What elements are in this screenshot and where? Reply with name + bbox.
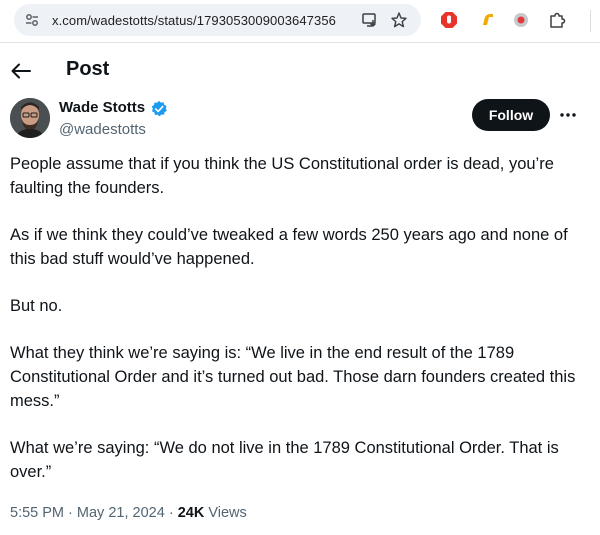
address-bar[interactable]: x.com/wadestotts/status/1793053009003647… bbox=[14, 4, 421, 36]
page-title: Post bbox=[66, 58, 110, 80]
meta-separator: · bbox=[68, 505, 73, 521]
avatar[interactable] bbox=[10, 98, 50, 138]
verified-badge-icon bbox=[151, 100, 167, 117]
extension-circle-icon[interactable] bbox=[512, 11, 530, 29]
post-time[interactable]: 5:55 PM bbox=[10, 505, 64, 521]
author-name[interactable]: Wade Stotts bbox=[59, 99, 145, 116]
tweet-paragraph: But no. bbox=[10, 297, 63, 315]
tweet-meta: 5:55 PM · May 21, 2024 · 24K Views bbox=[10, 505, 247, 521]
views-count: 24K bbox=[177, 505, 205, 521]
more-options-icon[interactable] bbox=[558, 107, 578, 123]
extensions-puzzle-icon[interactable] bbox=[548, 11, 566, 29]
adblock-icon[interactable] bbox=[440, 11, 458, 29]
extension-pencil-icon[interactable] bbox=[479, 11, 497, 29]
views-label: Views bbox=[208, 505, 247, 521]
toolbar-divider bbox=[590, 10, 591, 32]
install-app-icon[interactable] bbox=[361, 11, 379, 29]
tweet-paragraph: As if we think they could’ve tweaked a f… bbox=[10, 226, 568, 268]
tweet-paragraph: What we’re saying: “We do not live in th… bbox=[10, 439, 559, 481]
tweet-paragraph: People assume that if you think the US C… bbox=[10, 155, 554, 197]
meta-separator: · bbox=[168, 505, 174, 521]
url-text[interactable]: x.com/wadestotts/status/1793053009003647… bbox=[52, 13, 336, 28]
author-handle[interactable]: @wadestotts bbox=[59, 121, 146, 138]
follow-button[interactable]: Follow bbox=[472, 99, 550, 131]
bookmark-star-icon[interactable] bbox=[390, 11, 408, 29]
tweet-text: People assume that if you think the US C… bbox=[10, 152, 590, 507]
browser-toolbar: x.com/wadestotts/status/1793053009003647… bbox=[0, 0, 600, 43]
site-info-icon[interactable] bbox=[24, 12, 40, 28]
back-arrow-icon[interactable] bbox=[10, 62, 32, 80]
tweet-paragraph: What they think we’re saying is: “We liv… bbox=[10, 344, 576, 410]
post-date[interactable]: May 21, 2024 bbox=[77, 505, 165, 521]
